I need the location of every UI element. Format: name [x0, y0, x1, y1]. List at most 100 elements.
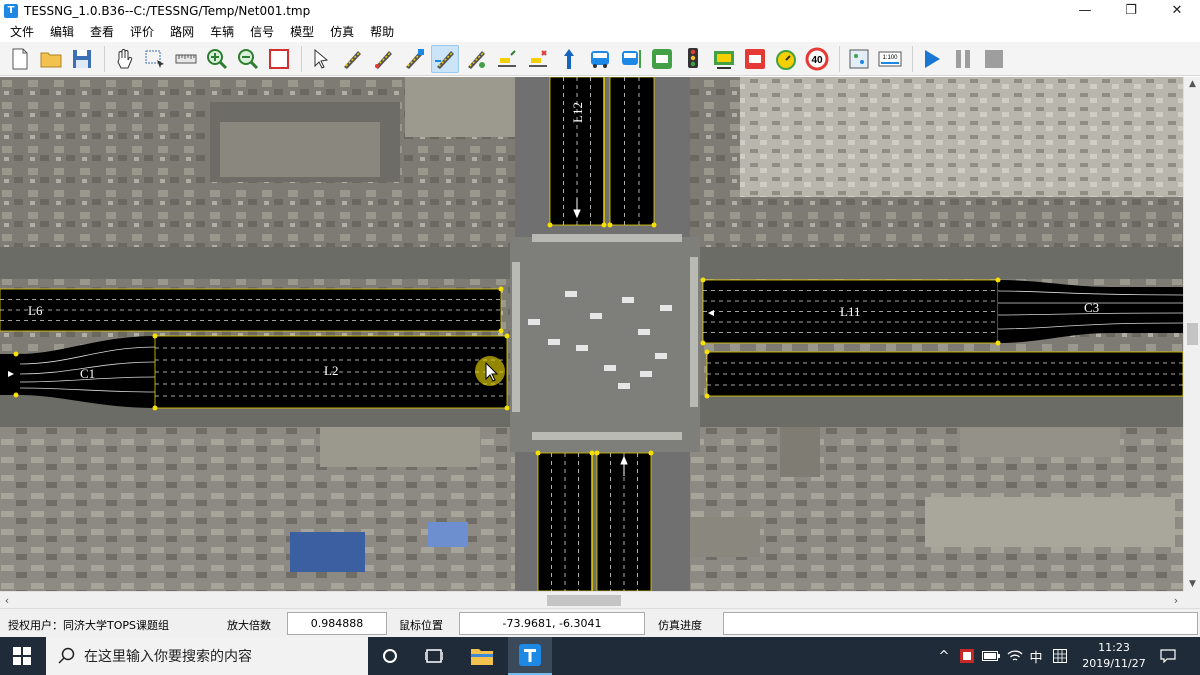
play-icon[interactable] — [918, 45, 946, 73]
menu-view[interactable]: 查看 — [82, 22, 122, 42]
direction-arrow-icon[interactable] — [555, 45, 583, 73]
notification-icon[interactable] — [1155, 637, 1181, 675]
connector-tool-icon[interactable] — [369, 45, 397, 73]
zoom-out-icon[interactable] — [234, 45, 262, 73]
zoom-label: 放大倍数 — [227, 619, 271, 632]
horizontal-scroll-thumb[interactable] — [547, 595, 621, 606]
open-folder-icon[interactable] — [37, 45, 65, 73]
taskbar-clock[interactable]: 11:23 2019/11/27 — [1076, 640, 1152, 672]
svg-text:1:100: 1:100 — [882, 55, 898, 61]
road-tool-icon[interactable] — [338, 45, 366, 73]
stop-icon[interactable] — [980, 45, 1008, 73]
route-icon[interactable] — [524, 45, 552, 73]
new-file-icon[interactable] — [6, 45, 34, 73]
menu-help[interactable]: 帮助 — [362, 22, 402, 42]
cortana-icon[interactable] — [368, 637, 412, 675]
menu-evaluate[interactable]: 评价 — [122, 22, 162, 42]
scroll-up-icon[interactable]: ▲ — [1184, 77, 1200, 91]
input-method-label[interactable]: 中 — [1026, 637, 1046, 675]
zoom-value-field: 0.984888 — [287, 612, 387, 635]
vertical-scrollbar[interactable]: ▲ ▼ — [1183, 77, 1200, 591]
menu-network[interactable]: 路网 — [162, 22, 202, 42]
lane-tool-icon[interactable] — [400, 45, 428, 73]
task-view-icon[interactable] — [412, 637, 456, 675]
scroll-right-icon[interactable]: › — [1169, 592, 1183, 609]
vehicle-input-icon[interactable] — [493, 45, 521, 73]
scroll-down-icon[interactable]: ▼ — [1184, 577, 1200, 591]
road-network-map[interactable]: L6 L2 C1 L11 C3 L12 — [0, 77, 1183, 591]
link-label-l11: L11 — [840, 304, 860, 319]
toolbar: 40 1:100 — [0, 42, 1200, 76]
windows-taskbar: 在这里输入你要搜索的内容 ^ 中 11:23 2019/11/27 — [0, 637, 1200, 675]
vehicle-type-icon[interactable] — [648, 45, 676, 73]
menu-signal[interactable]: 信号 — [242, 22, 282, 42]
menu-edit[interactable]: 编辑 — [42, 22, 82, 42]
tray-expand-icon[interactable]: ^ — [936, 637, 952, 675]
clock-time: 11:23 — [1098, 641, 1130, 654]
link-label-l12: L12 — [570, 102, 585, 123]
tessng-taskbar-icon[interactable] — [508, 637, 552, 675]
save-icon[interactable] — [68, 45, 96, 73]
wifi-icon[interactable] — [1004, 637, 1026, 675]
link-north-outbound[interactable] — [609, 77, 655, 226]
speed-limit-icon[interactable]: 40 — [803, 45, 831, 73]
file-explorer-icon[interactable] — [460, 637, 504, 675]
tray-app-icon[interactable] — [956, 637, 978, 675]
menu-bar: 文件 编辑 查看 评价 路网 车辆 信号 模型 仿真 帮助 — [0, 22, 1200, 42]
zoom-in-icon[interactable] — [203, 45, 231, 73]
link-label-l2: L2 — [324, 363, 338, 378]
clock-date: 2019/11/27 — [1082, 657, 1146, 670]
status-bar: 授权用户：同济大学TOPS课题组 放大倍数 0.984888 鼠标位置 -73.… — [0, 608, 1200, 637]
pointer-icon[interactable] — [307, 45, 335, 73]
svg-text:40: 40 — [811, 55, 823, 66]
bus-stop-icon[interactable] — [617, 45, 645, 73]
vertical-scroll-thumb[interactable] — [1187, 323, 1198, 345]
link-tool-icon[interactable] — [431, 44, 459, 73]
menu-file[interactable]: 文件 — [2, 22, 42, 42]
minimize-icon[interactable]: — — [1062, 0, 1108, 22]
menu-simulation[interactable]: 仿真 — [322, 22, 362, 42]
mouse-position-label: 鼠标位置 — [399, 619, 443, 632]
link-east-eastbound[interactable] — [706, 351, 1183, 397]
road-edit-icon[interactable] — [462, 45, 490, 73]
detector-icon[interactable] — [710, 45, 738, 73]
window-title: TESSNG_1.0.B36--C:/TESSNG/Temp/Net001.tm… — [24, 4, 311, 18]
select-zoom-icon[interactable] — [141, 45, 169, 73]
search-icon — [58, 647, 75, 664]
link-l6[interactable] — [0, 288, 502, 332]
close-icon[interactable]: ✕ — [1154, 0, 1200, 22]
search-placeholder: 在这里输入你要搜索的内容 — [84, 649, 252, 665]
layer-icon[interactable] — [845, 45, 873, 73]
pan-hand-icon[interactable] — [110, 45, 138, 73]
licensed-user-label: 授权用户：同济大学TOPS课题组 — [8, 619, 169, 632]
link-south-outbound[interactable] — [537, 452, 593, 591]
ime-grid-icon[interactable] — [1050, 637, 1070, 675]
link-label-c3: C3 — [1084, 300, 1099, 315]
link-label-l6: L6 — [28, 303, 43, 318]
network-canvas[interactable]: L6 L2 C1 L11 C3 L12 — [0, 77, 1183, 591]
taskbar-search-box[interactable]: 在这里输入你要搜索的内容 — [46, 637, 368, 675]
maximize-icon[interactable]: ❐ — [1108, 0, 1154, 22]
timer-icon[interactable] — [772, 45, 800, 73]
battery-icon[interactable] — [980, 637, 1002, 675]
pause-icon[interactable] — [949, 45, 977, 73]
mouse-cursor-icon — [475, 356, 505, 386]
tessng-app-icon: T — [4, 4, 18, 18]
parking-icon[interactable] — [741, 45, 769, 73]
scroll-corner — [1183, 591, 1200, 608]
bus-line-icon[interactable] — [586, 45, 614, 73]
link-label-c1: C1 — [80, 366, 95, 381]
scale-icon[interactable]: 1:100 — [876, 45, 904, 73]
simulation-progress-bar — [723, 612, 1198, 635]
menu-model[interactable]: 模型 — [282, 22, 322, 42]
horizontal-scrollbar[interactable]: ‹ › — [0, 591, 1183, 608]
mouse-position-field: -73.9681, -6.3041 — [459, 612, 645, 635]
signal-light-icon[interactable] — [679, 45, 707, 73]
scroll-left-icon[interactable]: ‹ — [0, 592, 14, 609]
menu-vehicle[interactable]: 车辆 — [202, 22, 242, 42]
title-bar: T TESSNG_1.0.B36--C:/TESSNG/Temp/Net001.… — [0, 0, 1200, 22]
simulation-progress-label: 仿真进度 — [658, 619, 702, 632]
windows-start-icon[interactable] — [0, 637, 44, 675]
measure-ruler-icon[interactable] — [172, 45, 200, 73]
fit-view-icon[interactable] — [265, 45, 293, 73]
